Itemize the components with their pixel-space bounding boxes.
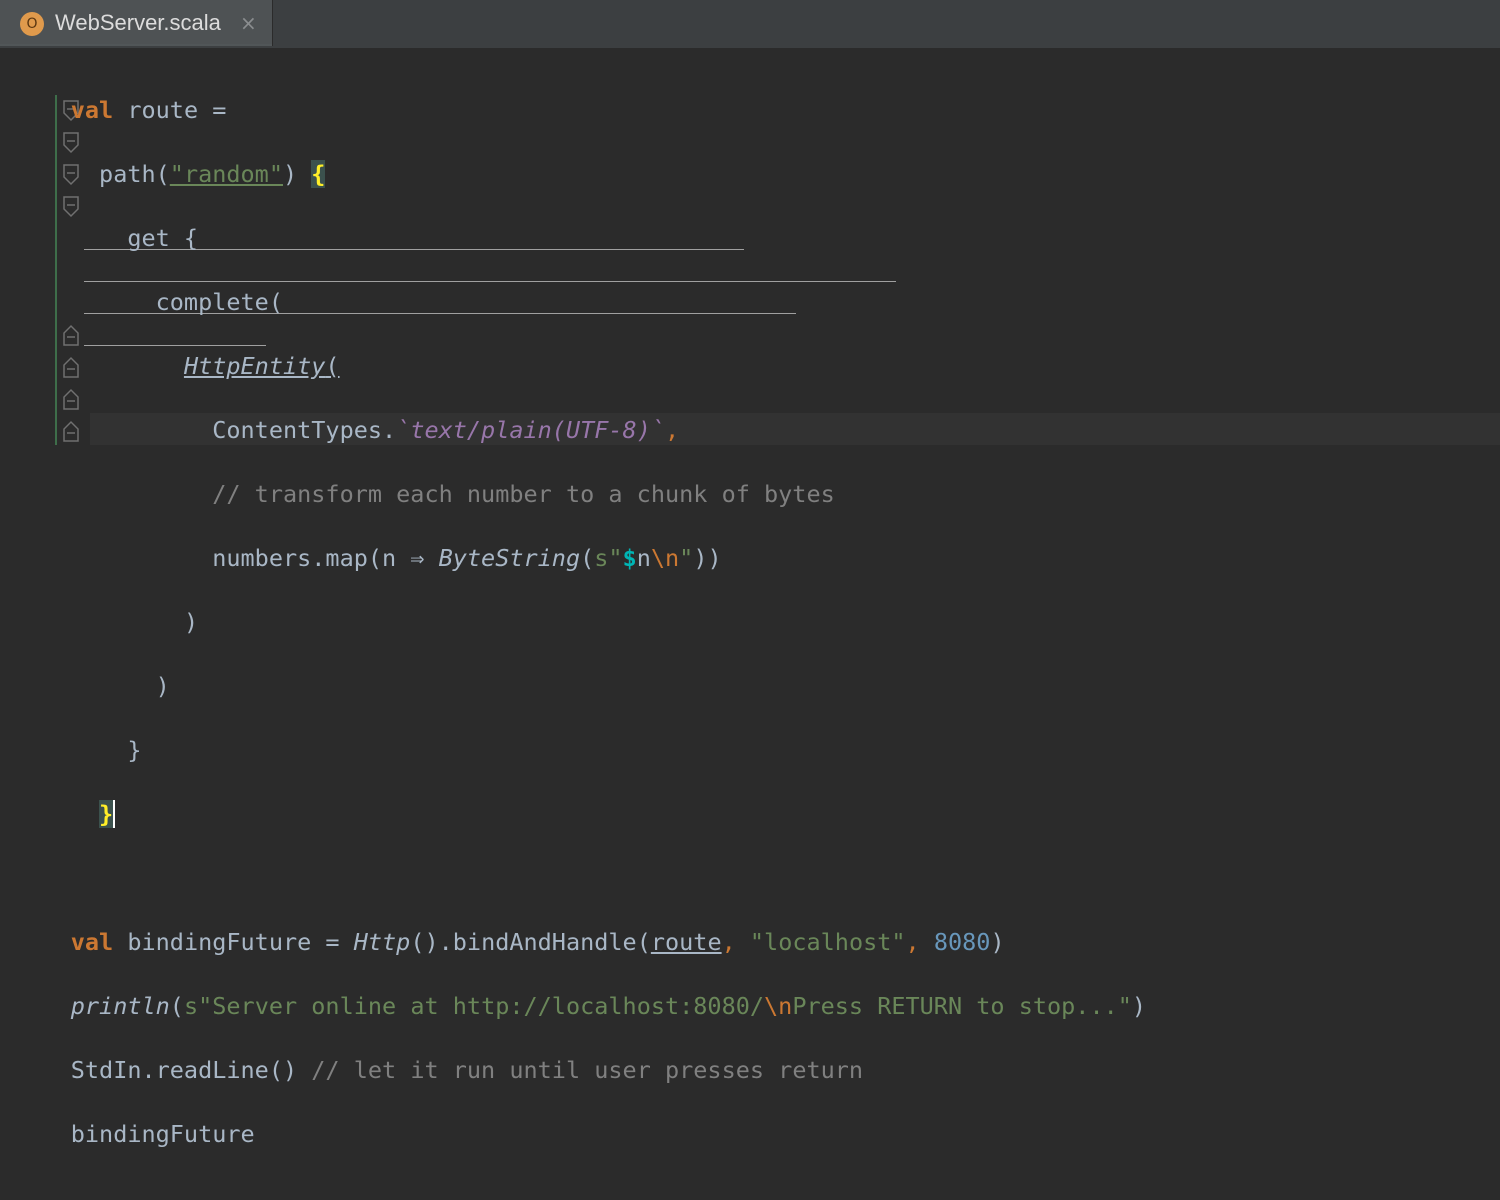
code-text[interactable]: val route = path("random") { get { compl…: [0, 62, 1146, 1200]
code-line-17: bindingFuture: [70, 1120, 255, 1148]
code-line-7: // transform each number to a chunk of b…: [212, 480, 835, 508]
code-line-11: }: [127, 736, 142, 764]
code-line-2: path("random") {: [99, 160, 326, 188]
tab-webserver-scala[interactable]: O WebServer.scala ×: [0, 0, 273, 46]
editor-tab-bar: O WebServer.scala ×: [0, 0, 1500, 49]
matched-brace: {: [311, 160, 326, 188]
tab-label: WebServer.scala: [55, 10, 221, 35]
scala-object-icon: O: [20, 12, 44, 36]
code-line-1: val route =: [70, 96, 227, 124]
close-tab-icon[interactable]: ×: [240, 11, 257, 35]
matched-brace: }: [99, 800, 114, 828]
code-line-3: get {: [127, 224, 199, 252]
code-editor[interactable]: val route = path("random") { get { compl…: [0, 49, 1500, 1148]
code-line-5: HttpEntity(: [183, 352, 340, 380]
code-line-12: }: [0, 798, 1146, 830]
code-line-16: StdIn.readLine() // let it run until use…: [70, 1056, 864, 1084]
code-line-14: val bindingFuture = Http().bindAndHandle…: [70, 928, 1005, 956]
text-cursor: [113, 800, 116, 828]
code-line-10: ): [155, 672, 170, 700]
code-line-4: complete(: [155, 288, 283, 316]
code-line-9: ): [183, 608, 199, 636]
code-line-15: println(s"Server online at http://localh…: [70, 992, 1147, 1020]
code-line-6: ContentTypes.`text/plain(UTF-8)`,: [212, 416, 680, 444]
code-line-8: numbers.map(n ⇒ ByteString(s"$n\n")): [212, 544, 722, 572]
